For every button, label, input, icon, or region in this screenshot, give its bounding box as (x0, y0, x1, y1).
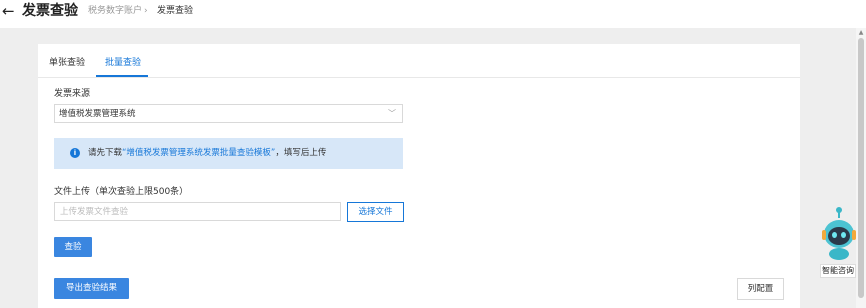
scroll-up-arrow-icon[interactable]: ▲ (856, 30, 866, 36)
source-label: 发票来源 (54, 89, 91, 99)
notice-suffix: ，填写后上传 (275, 148, 327, 158)
main-card: 单张查验 批量查验 发票来源 增值税发票管理系统 ﹀ i 请先下载“增值税发票管… (38, 44, 800, 308)
back-arrow-icon[interactable]: ← (2, 1, 15, 21)
active-tab-indicator (96, 75, 148, 77)
smart-consult-label[interactable]: 智能咨询 (820, 264, 856, 278)
upload-label: 文件上传（单次查验上限500条） (54, 187, 189, 197)
tab-bar: 单张查验 批量查验 (38, 44, 800, 78)
smart-consult-widget[interactable]: 智能咨询 (816, 206, 860, 278)
invoice-source-value: 增值税发票管理系统 (59, 109, 136, 119)
chevron-down-icon: ﹀ (388, 109, 396, 118)
notice-prefix: 请先下载 (88, 148, 123, 158)
template-download-link[interactable]: “增值税发票管理系统发票批量查验模板” (122, 148, 275, 158)
robot-assistant-icon (822, 207, 856, 260)
export-results-button[interactable]: 导出查验结果 (54, 278, 129, 299)
notice-text: 请先下载“增值税发票管理系统发票批量查验模板”，填写后上传 (88, 147, 326, 159)
upload-file-input[interactable]: 上传发票文件查验 (54, 202, 341, 221)
breadcrumb-current: 发票查验 (157, 6, 194, 16)
invoice-source-select[interactable]: 增值税发票管理系统 ﹀ (54, 104, 403, 123)
choose-file-button[interactable]: 选择文件 (347, 202, 404, 222)
column-config-button[interactable]: 列配置 (737, 278, 784, 300)
tab-batch-verify[interactable]: 批量查验 (105, 56, 141, 70)
page-title: 发票查验 (22, 3, 78, 19)
info-notice: i 请先下载“增值税发票管理系统发票批量查验模板”，填写后上传 (54, 138, 403, 169)
page-header: ← 发票查验 税务数字账户 › 发票查验 (0, 0, 866, 28)
breadcrumb-parent[interactable]: 税务数字账户 (88, 4, 142, 18)
verify-button[interactable]: 查验 (54, 237, 92, 257)
tab-single-verify[interactable]: 单张查验 (49, 56, 85, 70)
breadcrumb-separator: › (144, 6, 148, 16)
info-icon: i (70, 148, 80, 158)
